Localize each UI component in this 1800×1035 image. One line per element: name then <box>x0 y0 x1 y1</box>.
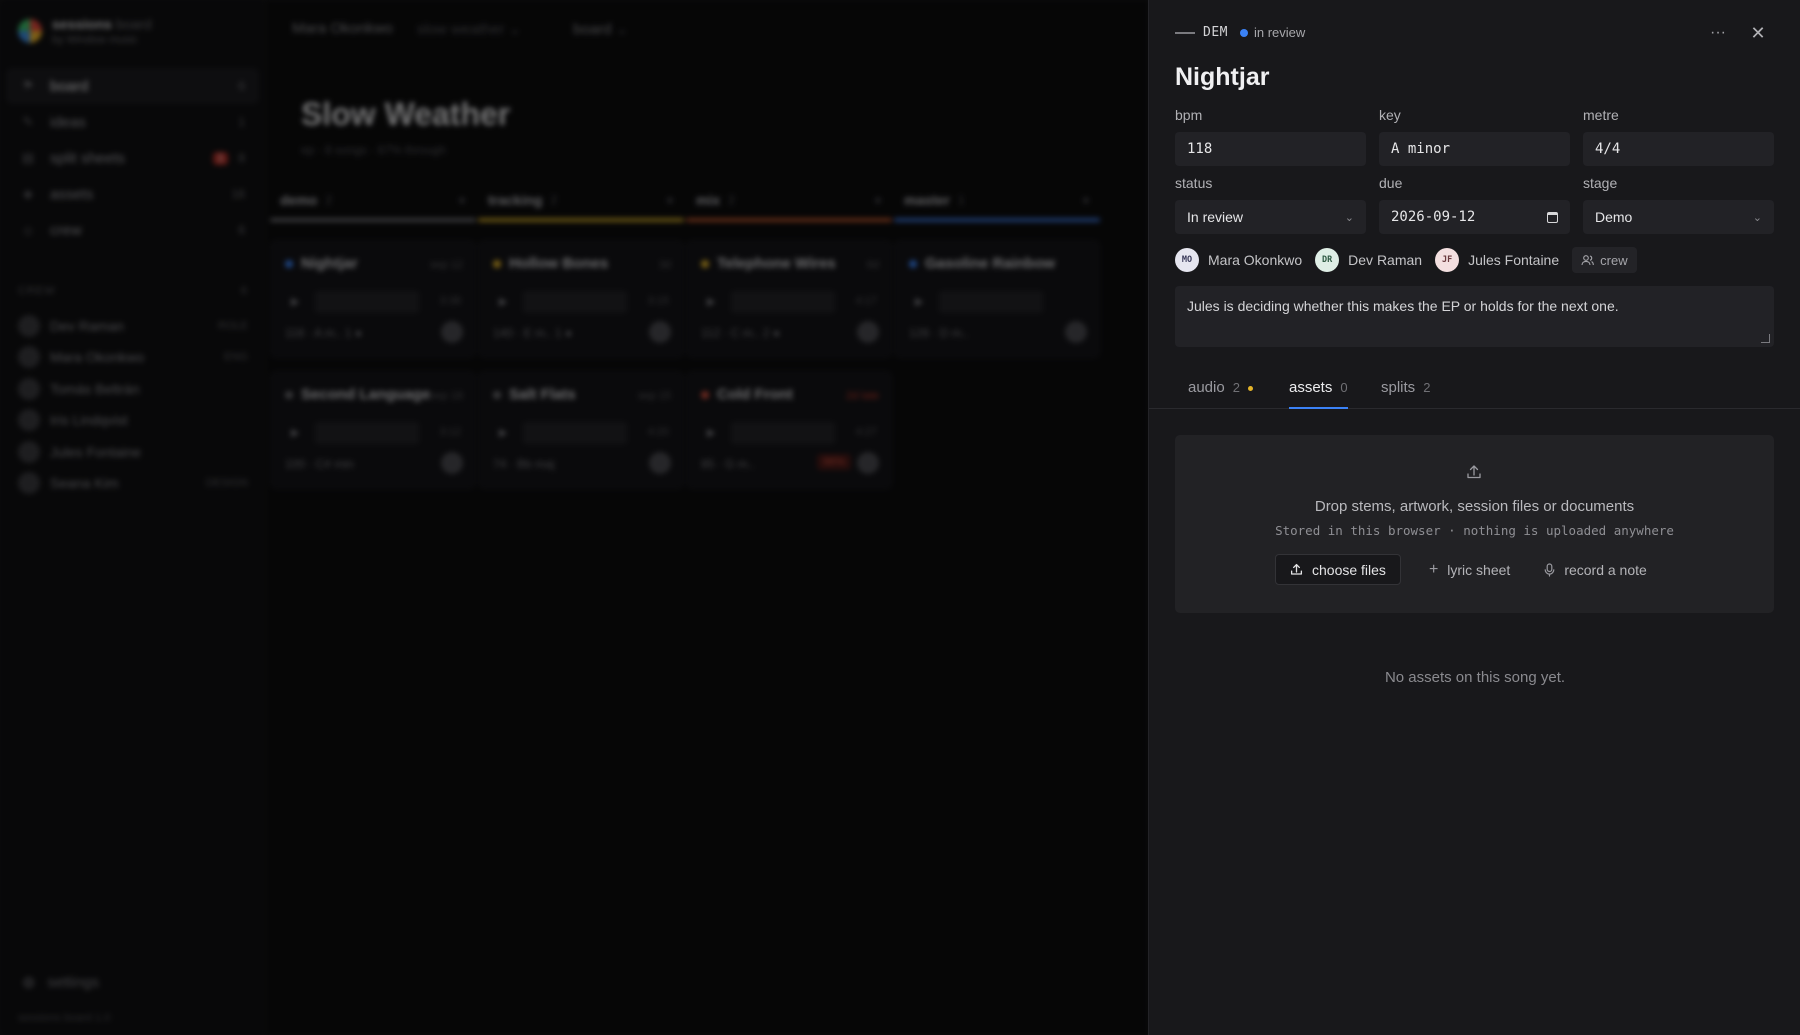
stage-label: stage <box>1583 175 1618 191</box>
song-drawer: DEM in review ··· ✕ Nightjar bpm 118 key… <box>1148 0 1800 1035</box>
dropzone-subtitle: Stored in this browser · nothing is uplo… <box>1275 523 1674 538</box>
due-date-input[interactable]: 2026-09-12 <box>1379 200 1570 234</box>
chevron-down-icon: ⌄ <box>1752 211 1762 224</box>
key-input[interactable]: A minor <box>1379 132 1570 166</box>
due-field: due 2026-09-12 <box>1379 175 1570 234</box>
close-icon: ✕ <box>1750 23 1766 43</box>
metre-label: metre <box>1583 107 1619 123</box>
asset-dropzone[interactable]: Drop stems, artwork, session files or do… <box>1175 435 1774 613</box>
stage-value: Demo <box>1595 209 1633 225</box>
bpm-input[interactable]: 118 <box>1175 132 1366 166</box>
avatar: JF <box>1435 248 1460 272</box>
key-label: key <box>1379 107 1401 123</box>
bpm-field: bpm 118 <box>1175 107 1366 166</box>
lyric-sheet-label: lyric sheet <box>1447 561 1511 578</box>
modal-overlay[interactable] <box>0 0 1148 1035</box>
metre-value: 4/4 <box>1595 141 1621 157</box>
status-select[interactable]: In review ⌄ <box>1175 200 1366 234</box>
tab-assets[interactable]: assets 0 <box>1289 379 1348 409</box>
bpm-value: 118 <box>1187 141 1213 157</box>
upload-icon <box>1467 465 1481 479</box>
chevron-down-icon: ⌄ <box>1344 211 1354 224</box>
avatar: DR <box>1315 248 1340 272</box>
song-title[interactable]: Nightjar <box>1175 63 1269 92</box>
due-label: due <box>1379 175 1403 191</box>
drag-handle-icon <box>1175 31 1195 34</box>
tab-label: splits <box>1381 379 1416 396</box>
avatar: MO <box>1175 248 1199 272</box>
status-badge: in review <box>1253 25 1306 40</box>
more-options-button[interactable]: ··· <box>1706 22 1730 44</box>
resize-handle-icon[interactable] <box>1761 334 1770 343</box>
notes-textarea[interactable]: Jules is deciding whether this makes the… <box>1175 286 1774 347</box>
stage-select[interactable]: Demo ⌄ <box>1583 200 1774 234</box>
stage-field: stage Demo ⌄ <box>1583 175 1774 234</box>
tab-label: audio <box>1188 379 1225 396</box>
due-value: 2026-09-12 <box>1391 209 1476 225</box>
tab-count: 0 <box>1340 380 1348 395</box>
metre-input[interactable]: 4/4 <box>1583 132 1774 166</box>
calendar-icon[interactable] <box>1547 211 1558 223</box>
bpm-label: bpm <box>1175 107 1203 123</box>
key-field: key A minor <box>1379 107 1570 166</box>
person-chip[interactable]: MO Mara Okonkwo <box>1175 248 1302 272</box>
person-chip[interactable]: JF Jules Fontaine <box>1435 248 1559 272</box>
crew-button[interactable]: crew <box>1572 247 1637 273</box>
dropzone-title: Drop stems, artwork, session files or do… <box>1314 498 1635 515</box>
dropzone-actions: choose files + lyric sheet record a note <box>1275 554 1653 585</box>
drawer-tabs: audio 2 assets 0 splits 2 <box>1149 375 1800 409</box>
plus-icon: + <box>1428 560 1439 578</box>
users-icon <box>1581 255 1594 266</box>
notes-text: Jules is deciding whether this makes the… <box>1187 298 1619 314</box>
choose-files-button[interactable]: choose files <box>1275 554 1401 585</box>
tab-splits[interactable]: splits 2 <box>1381 379 1430 408</box>
close-button[interactable]: ✕ <box>1746 22 1770 44</box>
tab-label: assets <box>1289 379 1333 396</box>
crew-button-label: crew <box>1600 252 1628 268</box>
status-value: In review <box>1187 209 1244 225</box>
metre-field: metre 4/4 <box>1583 107 1774 166</box>
person-name: Dev Raman <box>1348 252 1423 268</box>
tab-audio[interactable]: audio 2 <box>1188 379 1253 408</box>
status-label: status <box>1175 175 1213 191</box>
lyric-sheet-button[interactable]: + lyric sheet <box>1423 561 1516 579</box>
unread-dot <box>1247 386 1253 391</box>
ellipsis-icon: ··· <box>1710 24 1726 41</box>
microphone-icon <box>1544 562 1555 577</box>
assigned-people: MO Mara Okonkwo DR Dev Raman JF Jules Fo… <box>1175 247 1637 273</box>
record-note-label: record a note <box>1564 561 1647 578</box>
person-name: Jules Fontaine <box>1468 252 1560 268</box>
person-name: Mara Okonkwo <box>1208 252 1303 268</box>
upload-icon <box>1290 563 1303 575</box>
status-field: status In review ⌄ <box>1175 175 1366 234</box>
person-chip[interactable]: DR Dev Raman <box>1315 248 1422 272</box>
empty-state-message: No assets on this song yet. <box>1384 669 1566 686</box>
tab-count: 2 <box>1423 380 1431 395</box>
song-code: DEM <box>1203 25 1228 40</box>
choose-files-label: choose files <box>1312 561 1386 578</box>
tab-count: 2 <box>1232 380 1240 395</box>
key-value: A minor <box>1391 141 1451 157</box>
status-dot <box>1239 28 1248 37</box>
drawer-header: DEM in review <box>1175 25 1305 40</box>
record-note-button[interactable]: record a note <box>1538 562 1653 578</box>
